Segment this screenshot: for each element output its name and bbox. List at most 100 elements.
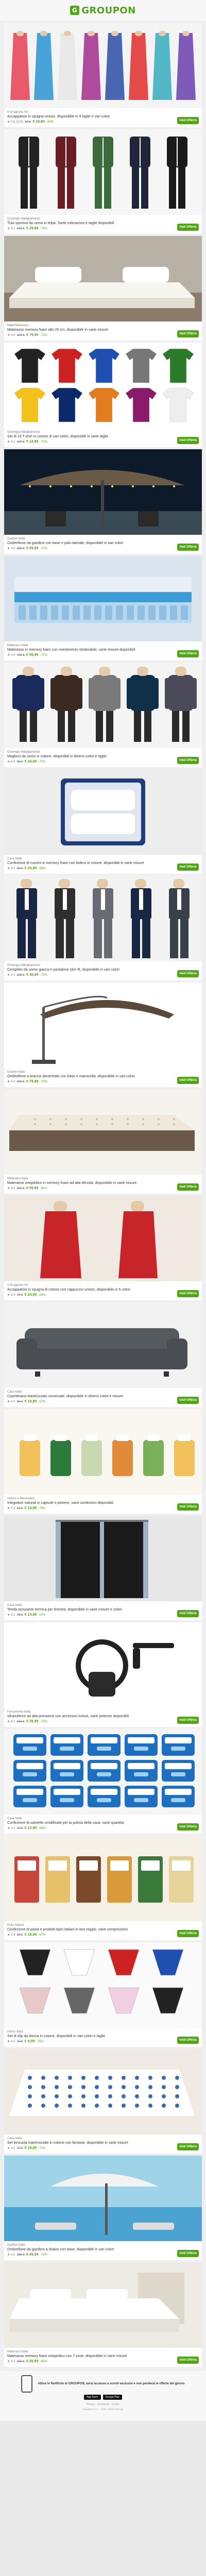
deal-card[interactable]: Il Gruppone Srl Accappatoio in spugna di… (4, 1196, 202, 1300)
deal-image[interactable] (4, 2049, 202, 2134)
deal-title[interactable]: Confezione di cuscini in memory foam con… (7, 861, 173, 866)
deal-image[interactable] (4, 1836, 202, 1921)
deal-card[interactable]: Garden Italia Ombrellone da giardino con… (4, 449, 202, 554)
deal-merchant: Materassi Italia (7, 2350, 28, 2353)
deal-title[interactable]: Copridivano elasticizzato universale, di… (7, 1394, 173, 1399)
deal-original-price: 80 € (16, 867, 23, 870)
deal-image[interactable] (4, 1516, 202, 1601)
view-deal-button[interactable]: Vedi Offerta (177, 1610, 199, 1617)
deal-card[interactable]: Orsenigo Abbigliamento Completo da uomo … (4, 876, 202, 980)
deal-image[interactable] (4, 1302, 202, 1388)
view-deal-button[interactable]: Vedi Offerta (177, 1290, 199, 1297)
view-deal-button[interactable]: Vedi Offerta (177, 1503, 199, 1511)
deal-title[interactable]: Ombrellone da giardino a sbalzo con base… (7, 2247, 173, 2252)
deal-image[interactable] (4, 1196, 202, 1281)
deal-image[interactable] (4, 556, 202, 641)
deal-image[interactable] (4, 1089, 202, 1175)
deal-image[interactable] (4, 2262, 202, 2348)
groupon-logo[interactable]: G GROUPON (70, 5, 136, 16)
deal-image[interactable] (4, 1409, 202, 1495)
deal-card[interactable]: Dolci Italiani Confezione di pasta e pro… (4, 1836, 202, 1940)
deal-title[interactable]: Ombrellone da giardino con base e palo l… (7, 541, 173, 546)
deal-image[interactable] (4, 876, 202, 961)
deal-title[interactable]: Accappatoio in spugna di cotone con capp… (7, 1287, 173, 1292)
google-play-badge[interactable]: Google Play (102, 2395, 122, 2400)
deal-title[interactable]: Materasso ortopedico in memory foam ad a… (7, 1181, 173, 1185)
view-deal-button[interactable]: Vedi Offerta (177, 1930, 199, 1937)
view-deal-button[interactable]: Vedi Offerta (177, 650, 199, 657)
deal-card[interactable]: Ferramenta Italia Idropulitrice ad alta … (4, 1622, 202, 1727)
deal-image[interactable] (4, 236, 202, 321)
deal-card[interactable]: Casa Italia Confezione di salviette umid… (4, 1729, 202, 1834)
deal-image[interactable] (4, 449, 202, 535)
view-deal-button[interactable]: Vedi Offerta (177, 330, 199, 337)
deal-card[interactable]: Il Gruppone Srl Accappatoio in spugna un… (4, 23, 202, 127)
view-deal-button[interactable]: Vedi Offerta (177, 1717, 199, 1724)
deal-card[interactable]: Casa Italia Confezione di cuscini in mem… (4, 769, 202, 874)
deal-title[interactable]: Idropulitrice ad alta pressione con acce… (7, 1714, 173, 1719)
view-deal-button[interactable]: Vedi Offerta (177, 1397, 199, 1404)
deal-image[interactable] (4, 1622, 202, 1708)
deal-text: Intimo Italia Set di slip da donna in co… (7, 2030, 173, 2044)
view-deal-button[interactable]: Vedi Offerta (177, 2037, 199, 2044)
footer-links[interactable]: Privacy · Condizioni · Cookie (10, 2403, 196, 2406)
deal-card[interactable]: Garden Italia Ombrellone a braccio decen… (4, 982, 202, 1087)
deal-title[interactable]: Integratori naturali in capsule e polver… (7, 1501, 173, 1505)
deal-image[interactable] (4, 769, 202, 855)
deal-title[interactable]: Set di 10 T-shirt in cotone di vari colo… (7, 434, 173, 439)
deal-price-row: ★ 4.4 400 € € 89,99 -77% (7, 653, 173, 657)
view-deal-button[interactable]: Vedi Offerta (177, 757, 199, 764)
deal-image[interactable] (4, 982, 202, 1068)
deal-card[interactable]: Materassi Italia Materasso in memory foa… (4, 556, 202, 660)
star-icon: ★ (7, 2040, 10, 2043)
deal-card[interactable]: Casa Italia Set lenzuola matrimoniale in… (4, 2049, 202, 2154)
deal-title[interactable]: Materasso in memory foam con rivestiment… (7, 648, 173, 652)
deal-image[interactable] (4, 2156, 202, 2241)
view-deal-button[interactable]: Vedi Offerta (177, 863, 199, 871)
deal-card[interactable]: Intimo Italia Set di slip da donna in co… (4, 1942, 202, 2047)
deal-title[interactable]: Set lenzuola matrimoniale in cotone con … (7, 2141, 173, 2145)
view-deal-button[interactable]: Vedi Offerta (177, 2250, 199, 2257)
deal-image[interactable] (4, 343, 202, 428)
view-deal-button[interactable]: Vedi Offerta (177, 437, 199, 444)
deal-card[interactable]: MaterMaterassi Materasso memory foam alt… (4, 236, 202, 341)
view-deal-button[interactable]: Vedi Offerta (177, 2357, 199, 2364)
deal-card[interactable]: Natura e Benessere Integratori naturali … (4, 1409, 202, 1514)
view-deal-button[interactable]: Vedi Offerta (177, 1183, 199, 1191)
view-deal-button[interactable]: Vedi Offerta (177, 544, 199, 551)
deal-title[interactable]: Accappatoio in spugna unisex, disponibil… (7, 114, 173, 119)
deal-card[interactable]: Casa Italia Copridivano elasticizzato un… (4, 1302, 202, 1407)
view-deal-button[interactable]: Vedi Offerta (177, 224, 199, 231)
deal-title[interactable]: Ombrellone a braccio decentrato con base… (7, 1074, 173, 1079)
deal-image[interactable] (4, 1942, 202, 2028)
deal-image[interactable] (4, 663, 202, 748)
deal-original-price: 280 € (16, 2253, 25, 2257)
deal-title[interactable]: Confezione di salviette umidificate per … (7, 1821, 173, 1825)
deal-title[interactable]: Tenda oscurante termica per finestra, di… (7, 1607, 173, 1612)
deal-card[interactable]: Orsenigo Abbigliamento Set di 10 T-shirt… (4, 343, 202, 447)
deal-title[interactable]: Materasso memory foam alto 20 cm, dispon… (7, 328, 173, 332)
deal-image[interactable] (4, 129, 202, 215)
deal-original-price: 60 € (16, 1934, 23, 1937)
deal-image[interactable] (4, 23, 202, 108)
deal-title[interactable]: Maglioni da uomo in cotone, disponibili … (7, 754, 173, 759)
deal-title[interactable]: Tuta sportiva da uomo in felpa. Tante co… (7, 221, 173, 226)
deal-title[interactable]: Materasso memory foam ortopedico con 7 z… (7, 2354, 173, 2359)
deal-card[interactable]: Orsenigo Abbigliamento Tuta sportiva da … (4, 129, 202, 234)
deal-card[interactable]: Casa Italia Tenda oscurante termica per … (4, 1516, 202, 1620)
app-store-badge[interactable]: App Store (84, 2395, 101, 2400)
view-deal-button[interactable]: Vedi Offerta (177, 2143, 199, 2150)
deal-card[interactable]: Materassi Italia Materasso ortopedico in… (4, 1089, 202, 1194)
view-deal-button[interactable]: Vedi Offerta (177, 117, 199, 124)
deal-price: € 24,99 (24, 867, 37, 870)
view-deal-button[interactable]: Vedi Offerta (177, 1823, 199, 1831)
deal-title[interactable]: Confezione di pasta e prodotti tipici it… (7, 1927, 173, 1932)
deal-image[interactable] (4, 1729, 202, 1815)
deal-card[interactable]: Materassi Italia Materasso memory foam o… (4, 2262, 202, 2367)
view-deal-button[interactable]: Vedi Offerta (177, 1077, 199, 1084)
deal-title[interactable]: Completo da uomo giacca e pantalone slim… (7, 968, 173, 972)
deal-card[interactable]: Orsenigo Abbigliamento Maglioni da uomo … (4, 663, 202, 767)
deal-card[interactable]: Garden Italia Ombrellone da giardino a s… (4, 2156, 202, 2260)
deal-title[interactable]: Set di slip da donna in cotone, disponib… (7, 2034, 173, 2039)
view-deal-button[interactable]: Vedi Offerta (177, 970, 199, 977)
